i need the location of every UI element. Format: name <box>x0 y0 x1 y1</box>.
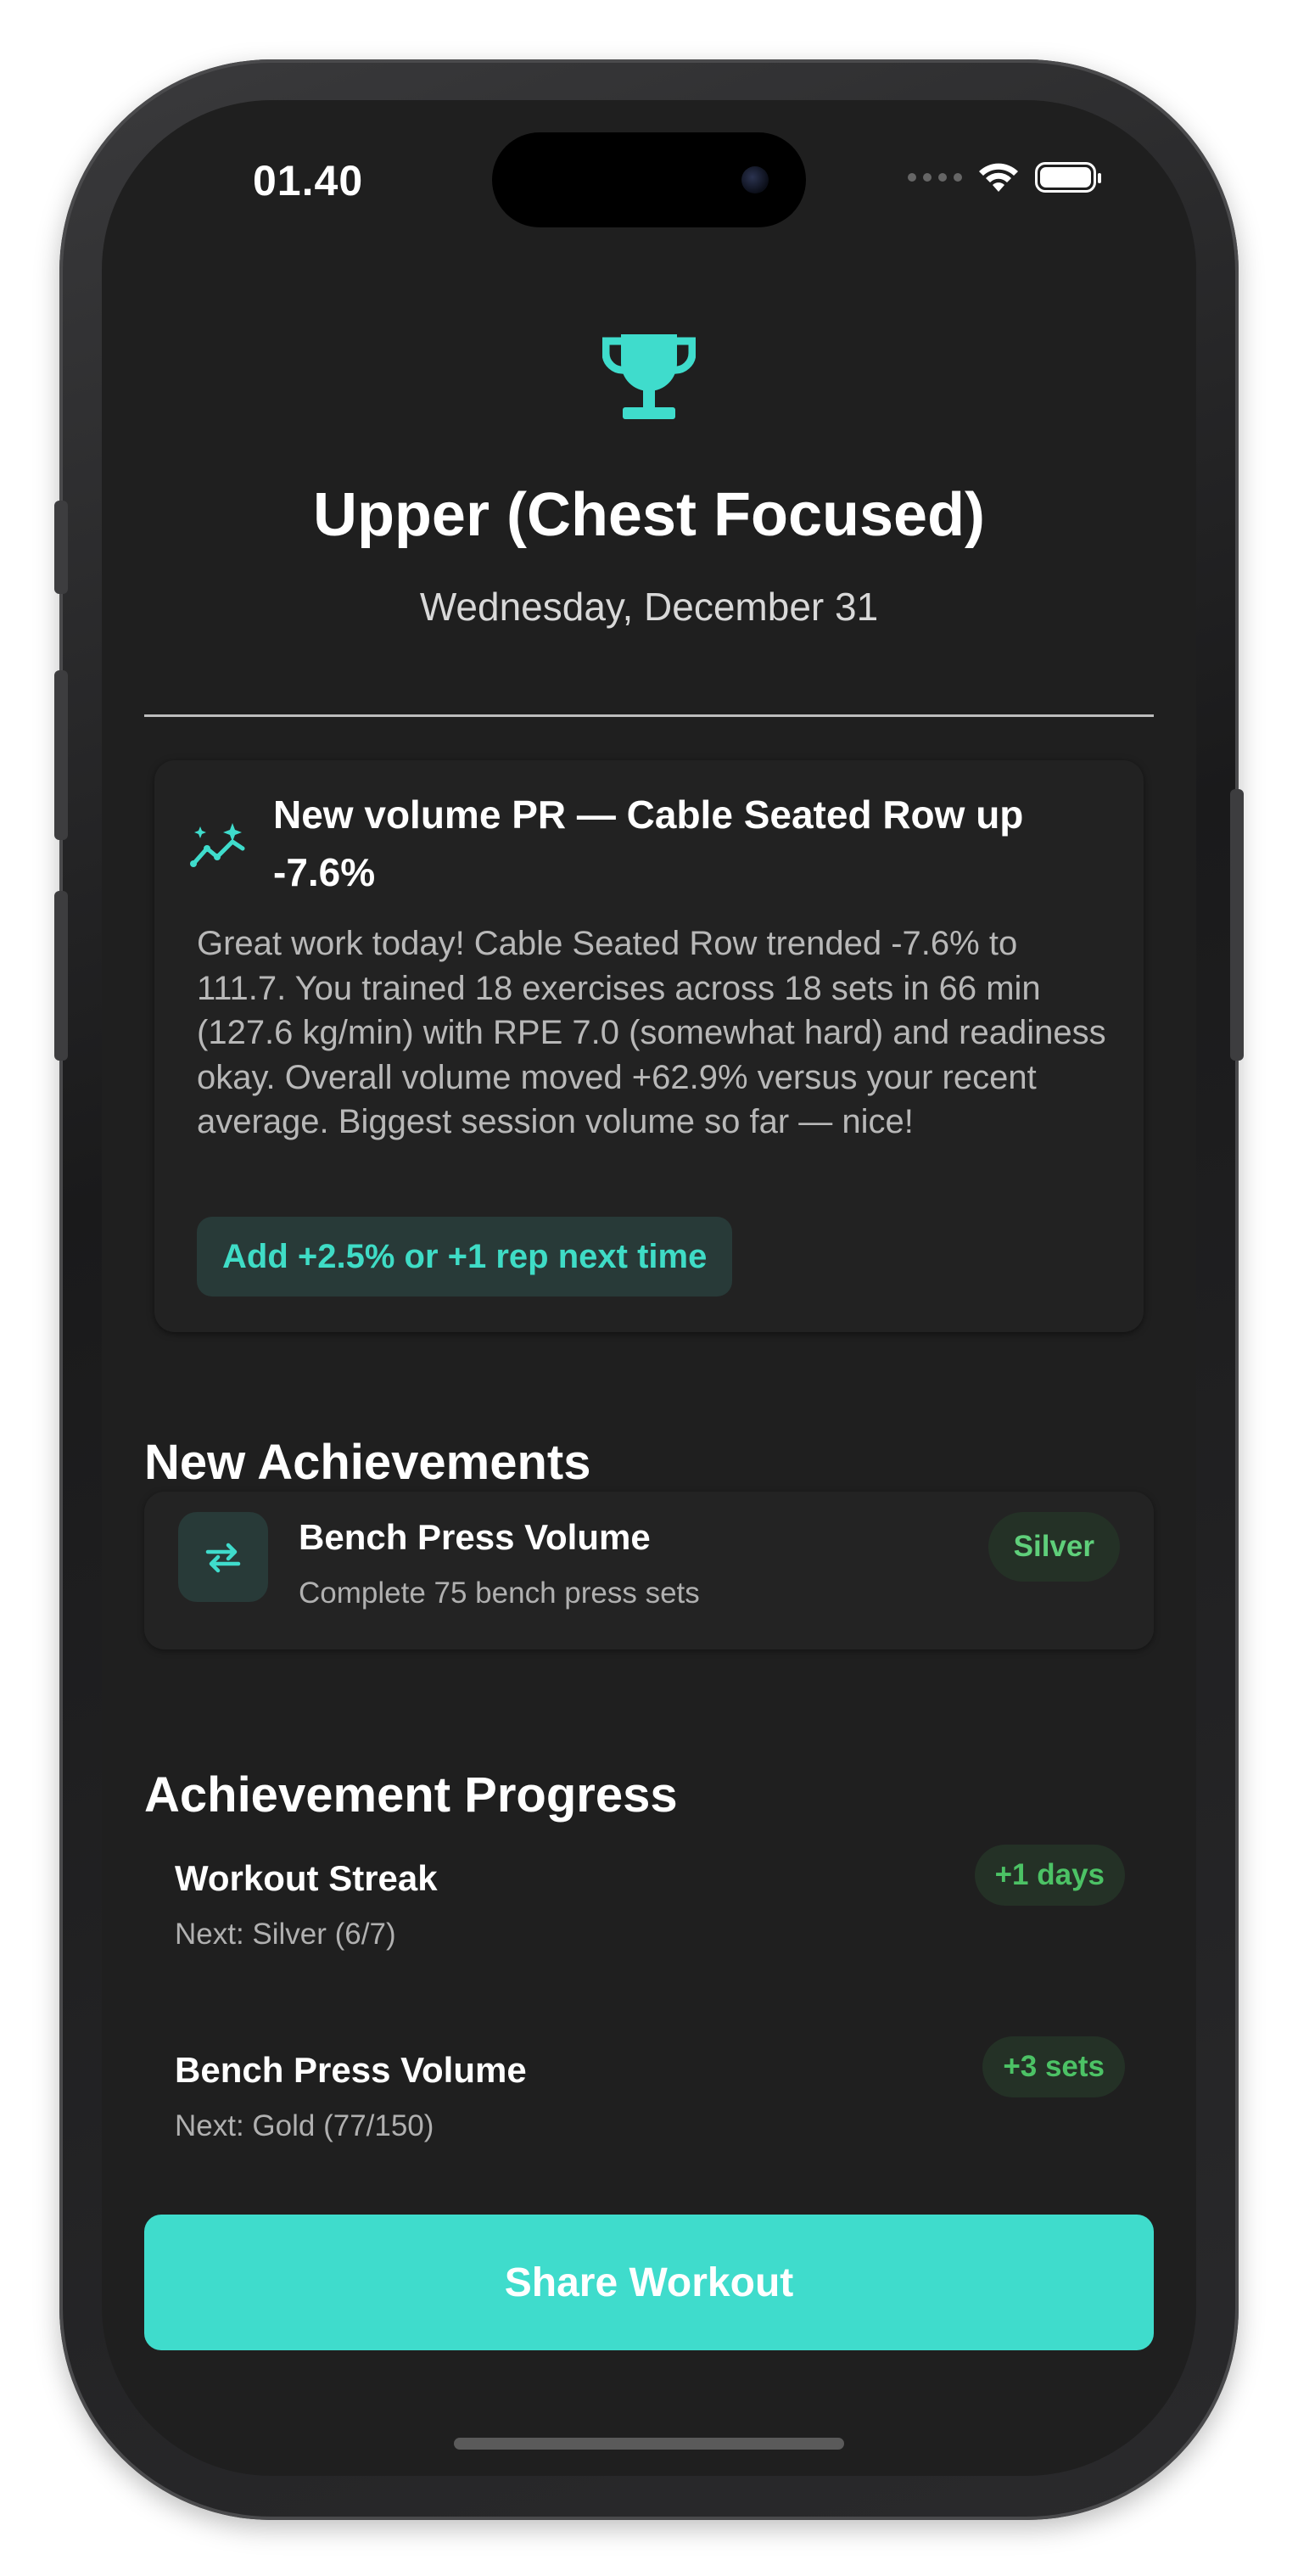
front-camera-icon <box>741 166 769 193</box>
workout-title: Upper (Chest Focused) <box>312 481 986 549</box>
app-screen: 01.40 Upper (Chest Focused) Wednesday, D… <box>102 100 1196 2476</box>
action-button <box>54 501 68 594</box>
progress-delta-badge: +3 sets <box>982 2036 1125 2097</box>
progress-name: Workout Streak <box>175 1858 438 1898</box>
battery-icon <box>1035 162 1101 193</box>
dynamic-island <box>492 132 806 227</box>
divider <box>144 714 1154 717</box>
workout-date: Wednesday, December 31 <box>419 585 879 629</box>
progress-name: Bench Press Volume <box>175 2050 527 2090</box>
insight-card: New volume PR — Cable Seated Row up -7.6… <box>154 760 1144 1332</box>
achievement-icon-box <box>178 1512 268 1602</box>
volume-down-button <box>54 891 68 1061</box>
home-indicator[interactable] <box>454 2438 844 2450</box>
status-time: 01.40 <box>253 157 364 204</box>
achievement-card[interactable]: Bench Press Volume Complete 75 bench pre… <box>144 1492 1154 1649</box>
insight-title: New volume PR — Cable Seated Row up -7.6… <box>273 792 1024 894</box>
trophy-icon <box>602 334 696 419</box>
wifi-icon <box>979 163 1018 192</box>
signal-dots-icon <box>908 173 962 182</box>
volume-up-button <box>54 670 68 840</box>
progress-next: Next: Gold (77/150) <box>175 2109 434 2142</box>
achievement-name: Bench Press Volume <box>299 1517 651 1557</box>
tier-badge: Silver <box>987 1512 1120 1582</box>
suggestion-chip[interactable]: Add +2.5% or +1 rep next time <box>197 1217 733 1296</box>
progress-delta-badge: +1 days <box>974 1845 1125 1906</box>
trend-sparkle-icon <box>190 823 245 867</box>
achievement-description: Complete 75 bench press sets <box>299 1576 700 1610</box>
achievement-progress-heading: Achievement Progress <box>144 1767 678 1823</box>
power-button <box>1230 789 1244 1061</box>
status-icons <box>908 161 1101 193</box>
share-workout-button[interactable]: Share Workout <box>144 2215 1154 2350</box>
repeat-arrows-icon <box>205 1543 241 1573</box>
progress-next: Next: Silver (6/7) <box>175 1918 396 1951</box>
new-achievements-heading: New Achievements <box>144 1435 591 1490</box>
insight-body: Great work today! Cable Seated Row trend… <box>197 925 1106 1140</box>
progress-row-workout-streak[interactable]: Workout Streak Next: Silver (6/7) +1 day… <box>144 1845 1154 1980</box>
progress-row-bench-press[interactable]: Bench Press Volume Next: Gold (77/150) +… <box>144 2036 1154 2172</box>
